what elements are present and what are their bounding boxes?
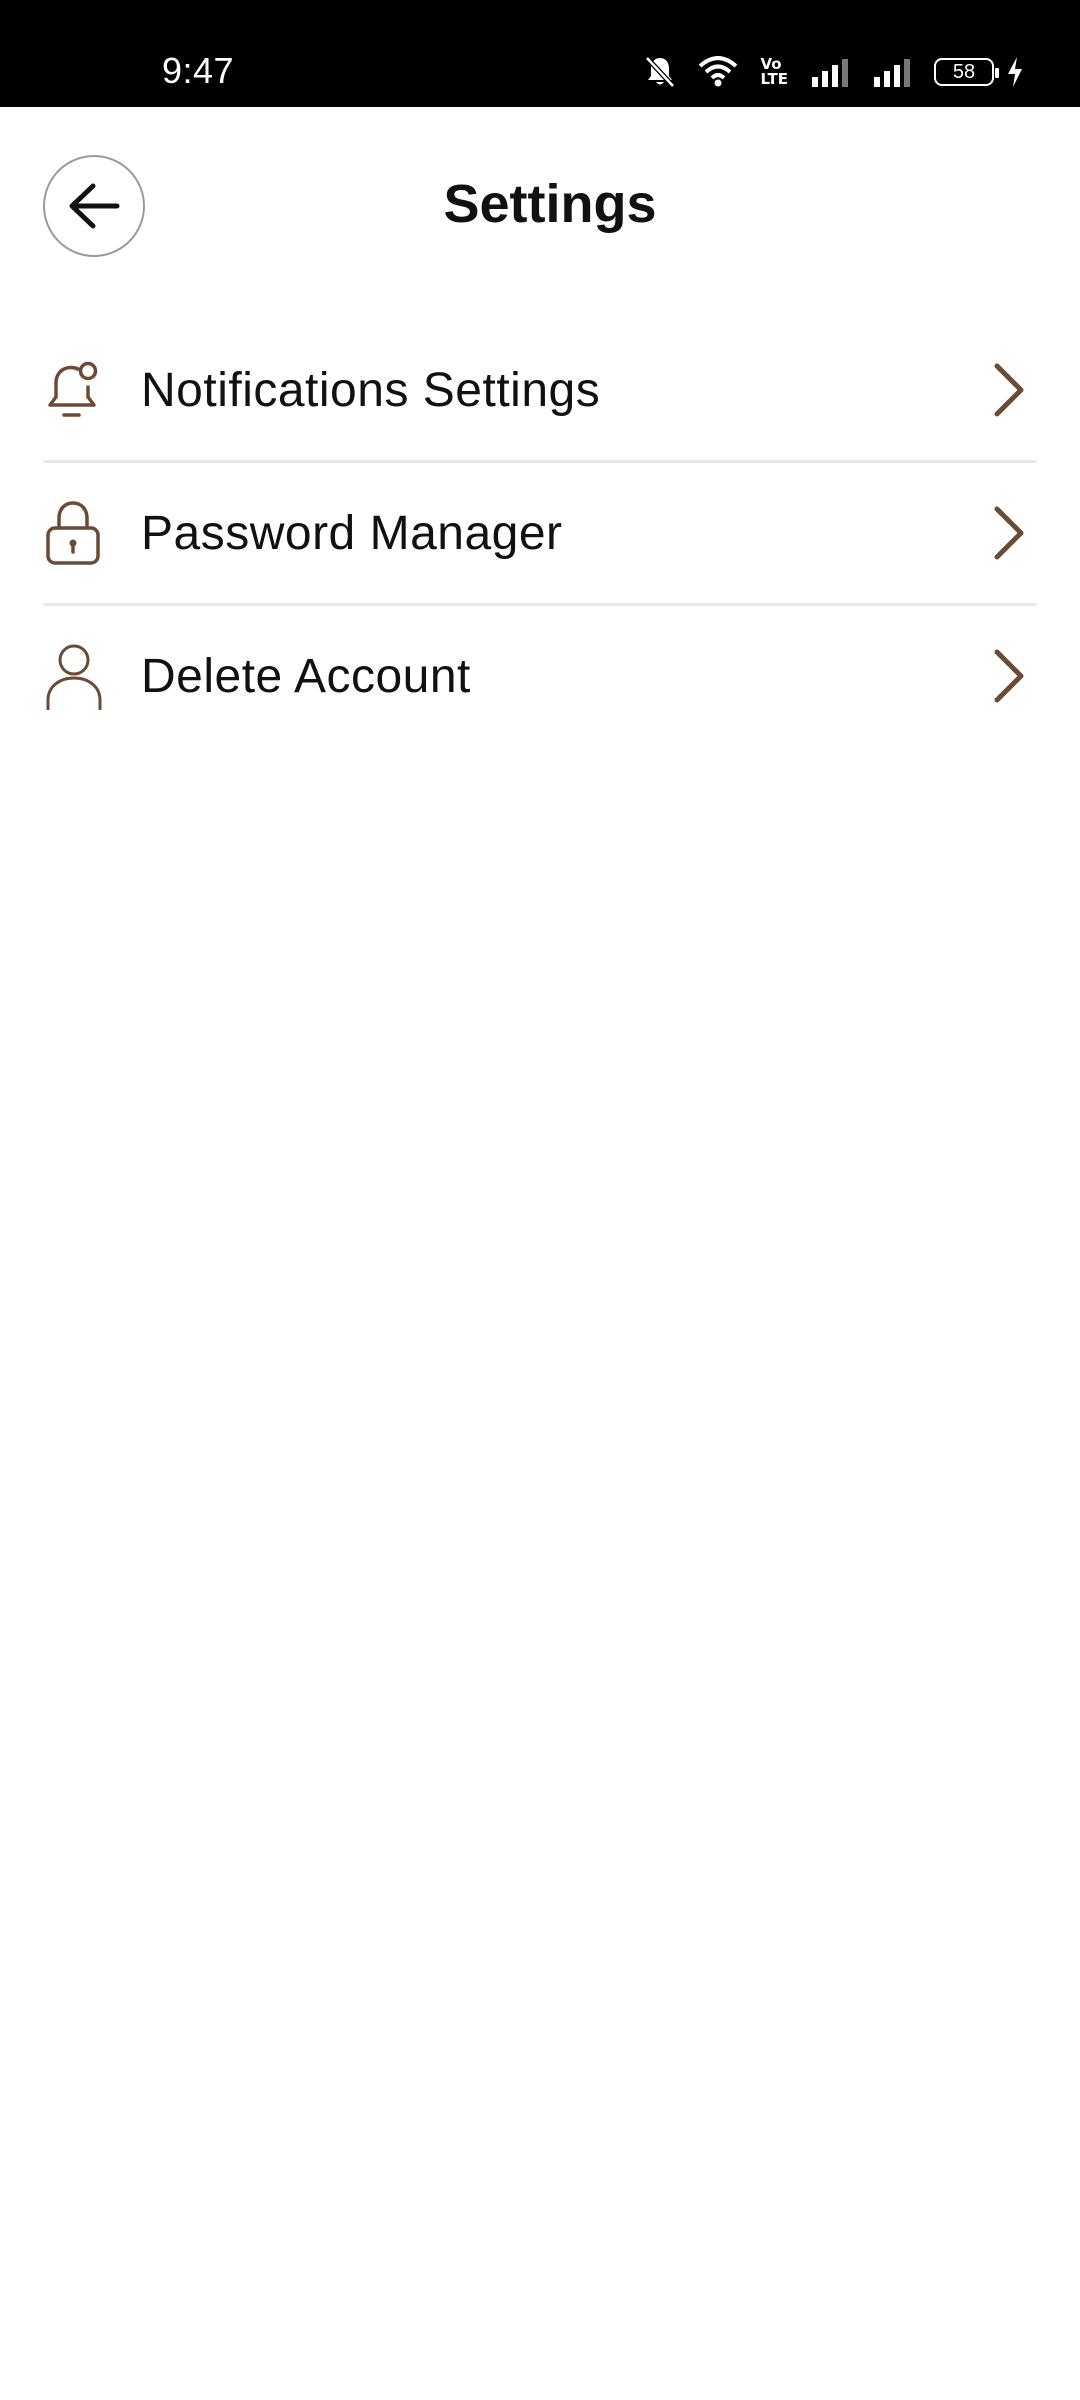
settings-list: Notifications Settings Password Manager <box>43 320 1037 746</box>
chevron-right-icon <box>989 360 1029 420</box>
status-bar: 9:47 Vo LTE 58 <box>0 0 1080 107</box>
header: Settings <box>0 107 1080 307</box>
bell-icon <box>45 355 105 425</box>
chevron-right-icon <box>989 503 1029 563</box>
bell-off-icon <box>644 55 676 89</box>
wifi-icon <box>698 56 738 88</box>
volte-icon: Vo LTE <box>760 57 788 87</box>
settings-item-password[interactable]: Password Manager <box>43 463 1037 606</box>
settings-item-label: Delete Account <box>141 649 471 703</box>
lock-icon <box>45 498 105 568</box>
volte-label-bottom: LTE <box>760 70 788 88</box>
status-time: 9:47 <box>162 50 235 91</box>
person-icon <box>45 641 105 711</box>
signal-icon <box>872 57 912 87</box>
page-title: Settings <box>443 174 657 234</box>
settings-item-delete-account[interactable]: Delete Account <box>43 606 1037 746</box>
settings-item-notifications[interactable]: Notifications Settings <box>43 320 1037 463</box>
charging-icon <box>1006 56 1024 88</box>
battery-icon: 58 <box>934 58 999 86</box>
signal-icon <box>810 57 850 87</box>
settings-item-label: Notifications Settings <box>141 363 601 417</box>
status-icons: Vo LTE 58 <box>644 52 1024 92</box>
chevron-right-icon <box>989 646 1029 706</box>
battery-level: 58 <box>934 58 999 86</box>
settings-item-label: Password Manager <box>141 506 563 560</box>
